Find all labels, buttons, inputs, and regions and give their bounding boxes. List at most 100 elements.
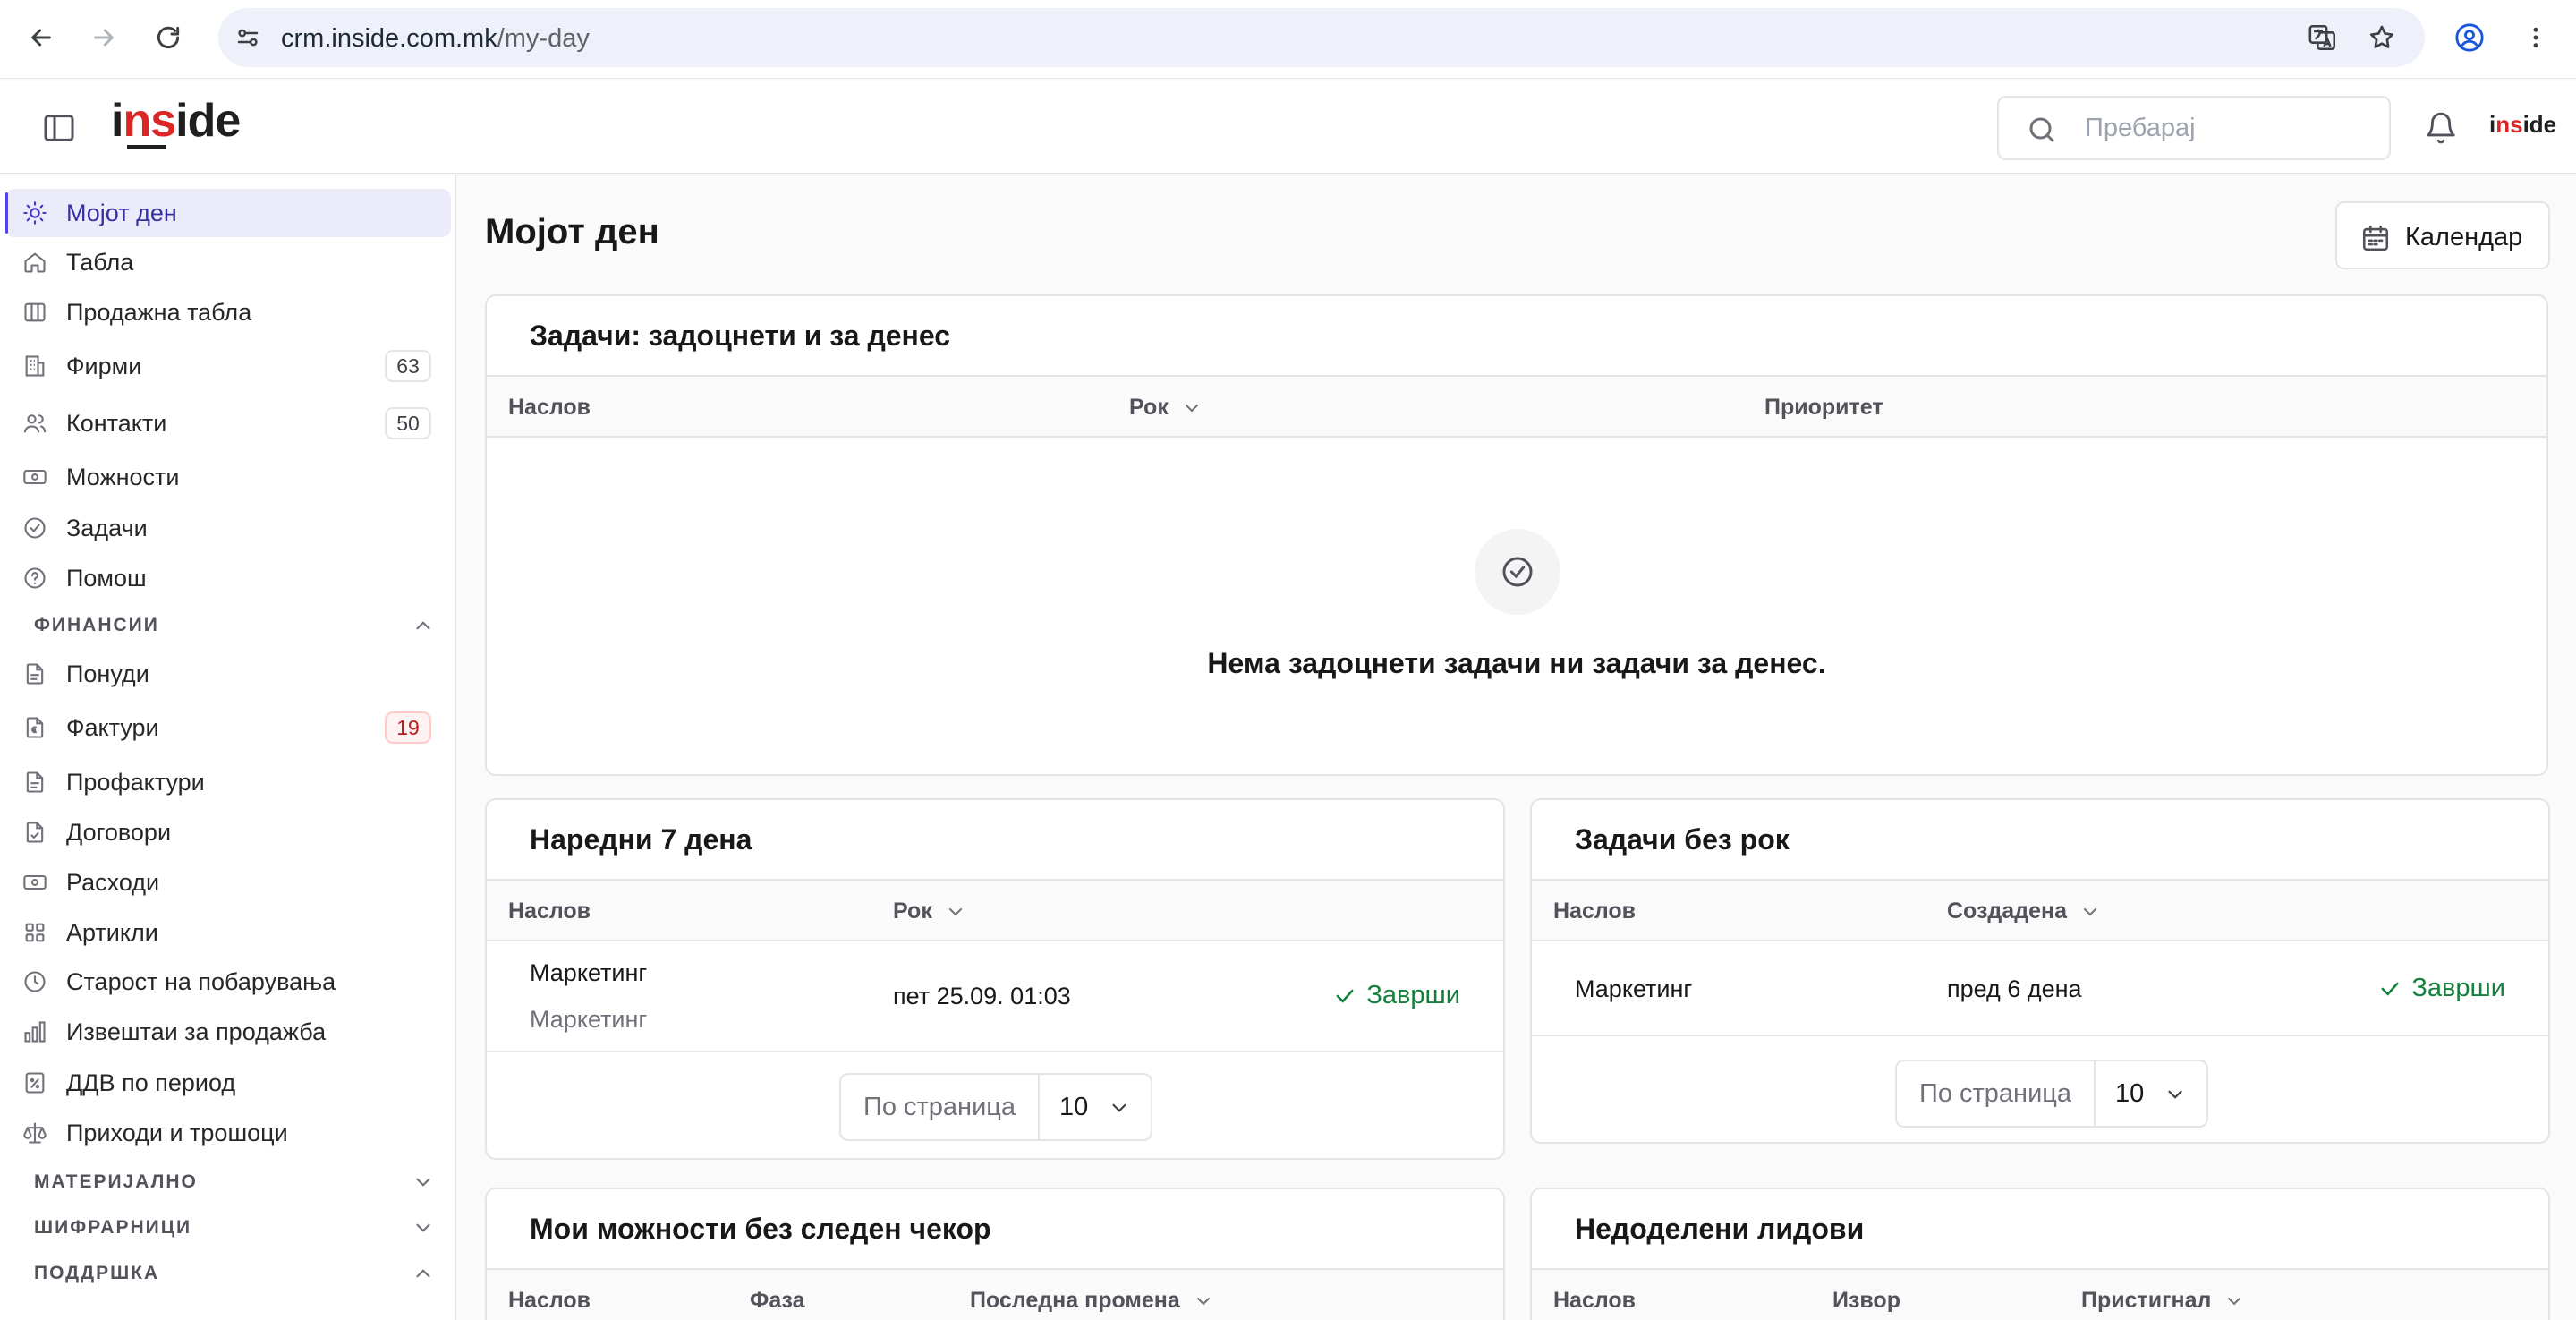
check-circle-icon (1502, 557, 1533, 587)
grid-icon (21, 919, 48, 946)
task-title[interactable]: Маркетинг (530, 959, 647, 987)
sidebar: Мојот ден Табла Продажна табла Фирми 63 … (0, 175, 456, 1320)
sidebar-item-label: Расходи (66, 868, 160, 896)
banknote-icon (21, 869, 48, 896)
sidebar-item-proforma[interactable]: Профактури (5, 758, 451, 806)
reload-icon (157, 26, 180, 48)
section-support[interactable]: ПОДДРШКА (34, 1256, 437, 1291)
sidebar-toggle-button[interactable] (39, 108, 79, 148)
search-input[interactable] (2085, 110, 2371, 146)
sidebar-item-sales-board[interactable]: Продажна табла (5, 288, 451, 336)
site-settings-icon[interactable] (234, 24, 261, 51)
next-7-days-card: Наредни 7 дена Наслов Рок Маркетинг Марк… (485, 798, 1505, 1160)
per-page-select[interactable]: 10 (2096, 1061, 2206, 1126)
opportunities-no-next-step-card: Мои можности без следен чекор Наслов Фаз… (485, 1188, 1505, 1320)
sidebar-item-my-day[interactable]: Мојот ден (5, 189, 451, 237)
check-icon (1336, 989, 1354, 1003)
sidebar-item-expenses[interactable]: Расходи (5, 858, 451, 907)
banknote-icon (21, 464, 48, 490)
per-page-value: 10 (1059, 1092, 1089, 1121)
per-page-selector[interactable]: По страница 10 (839, 1073, 1152, 1141)
table-row[interactable]: Маркетинг пред 6 дена Заврши (1532, 941, 2548, 1036)
reload-button[interactable] (149, 18, 188, 57)
app-logo[interactable]: inside (111, 94, 241, 148)
address-bar[interactable]: crm.inside.com.mk/my-day (218, 8, 2425, 67)
table-header: Наслов Создадена (1532, 879, 2548, 941)
check-circle-icon (21, 515, 48, 541)
per-page-select[interactable]: 10 (1040, 1075, 1151, 1139)
column-header-due[interactable]: Рок (893, 898, 966, 924)
section-label: МАТЕРИЈАЛНО (34, 1171, 198, 1192)
section-material[interactable]: МАТЕРИЈАЛНО (34, 1164, 437, 1200)
file-icon (21, 660, 48, 687)
logo-part-red: ns (123, 95, 176, 147)
column-header-arrived[interactable]: Пристигнал (2081, 1288, 2245, 1314)
translate-icon (2308, 24, 2336, 51)
sidebar-item-dashboard[interactable]: Табла (5, 238, 451, 286)
table-row[interactable]: Маркетинг Маркетинг пет 25.09. 01:03 Зав… (487, 941, 1503, 1052)
table-header: Наслов Рок (487, 879, 1503, 941)
sidebar-item-sales-reports[interactable]: Извештаи за продажба (5, 1008, 451, 1056)
bookmark-button[interactable] (2362, 18, 2402, 57)
search-box[interactable] (1997, 96, 2391, 160)
calendar-button[interactable]: Календар (2335, 201, 2550, 269)
sidebar-item-label: Мојот ден (66, 199, 177, 226)
sidebar-item-articles[interactable]: Артикли (5, 908, 451, 957)
tasks-no-due-card: Задачи без рок Наслов Создадена Маркетин… (1530, 798, 2550, 1144)
column-label: Пристигнал (2081, 1288, 2212, 1313)
column-header-created[interactable]: Создадена (1947, 898, 2101, 924)
sidebar-item-contacts[interactable]: Контакти 50 (5, 399, 451, 447)
empty-state-icon (1475, 529, 1560, 615)
browser-menu-button[interactable] (2516, 18, 2555, 57)
translate-button[interactable] (2303, 18, 2342, 57)
arrow-right-icon (94, 29, 114, 47)
main-content: Мојот ден Календар Задачи: задоцнети и з… (458, 175, 2576, 1320)
chevron-down-icon (2168, 1090, 2182, 1099)
url-text: crm.inside.com.mk/my-day (281, 24, 590, 54)
sidebar-item-label: Табла (66, 248, 134, 276)
user-avatar[interactable]: inside (2489, 111, 2556, 139)
chevron-down-icon (948, 907, 962, 915)
column-label: Наслов (508, 395, 591, 420)
sidebar-item-vat-period[interactable]: ДДВ по период (5, 1059, 451, 1107)
sidebar-item-help[interactable]: Помош (5, 554, 451, 602)
section-codebooks[interactable]: ШИФРАРНИЦИ (34, 1210, 437, 1246)
sidebar-item-income-expenses[interactable]: Приходи и трошоци (5, 1109, 451, 1157)
sidebar-item-contracts[interactable]: Договори (5, 808, 451, 856)
column-header-last-change[interactable]: Последна промена (970, 1288, 1214, 1314)
avatar-part: ide (2522, 111, 2557, 138)
complete-task-button[interactable]: Заврши (1332, 981, 1460, 1010)
card-title: Наредни 7 дена (530, 823, 752, 856)
notifications-button[interactable] (2421, 108, 2461, 148)
column-label: Наслов (1553, 1288, 1637, 1313)
sidebar-item-companies[interactable]: Фирми 63 (5, 342, 451, 390)
forward-button[interactable] (84, 18, 123, 57)
sidebar-item-tasks[interactable]: Задачи (5, 504, 451, 552)
table-header: Наслов Рок Приоритет (487, 375, 2546, 438)
url-host: crm.inside.com.mk (281, 24, 497, 53)
per-page-selector[interactable]: По страница 10 (1895, 1060, 2208, 1128)
column-label: Извор (1832, 1288, 1900, 1313)
task-title[interactable]: Маркетинг (1575, 975, 1692, 1003)
section-finance[interactable]: ФИНАНСИИ (34, 608, 437, 643)
column-header-due[interactable]: Рок (1129, 395, 1203, 421)
profile-button[interactable] (2450, 18, 2489, 57)
card-title: Недоделени лидови (1575, 1213, 1865, 1245)
column-header-title: Наслов (508, 395, 591, 421)
sidebar-item-invoices[interactable]: Фактури 19 (5, 703, 451, 752)
app-header: inside inside (0, 80, 2576, 174)
sidebar-item-offers[interactable]: Понуди (5, 650, 451, 698)
search-icon (2029, 117, 2054, 142)
count-badge: 63 (385, 350, 431, 382)
sidebar-item-label: Можности (66, 463, 180, 490)
column-label: Фаза (750, 1288, 805, 1313)
bar-chart-icon (21, 1018, 48, 1045)
sidebar-item-opportunities[interactable]: Можности (5, 453, 451, 501)
invoice-icon (21, 714, 48, 741)
page-title: Мојот ден (485, 212, 659, 251)
bell-icon (2427, 112, 2455, 144)
sidebar-item-receivables-age[interactable]: Старост на побарувања (5, 958, 451, 1006)
back-button[interactable] (21, 18, 61, 57)
card-title: Мои можности без следен чекор (530, 1213, 991, 1245)
complete-task-button[interactable]: Заврши (2377, 974, 2505, 1003)
